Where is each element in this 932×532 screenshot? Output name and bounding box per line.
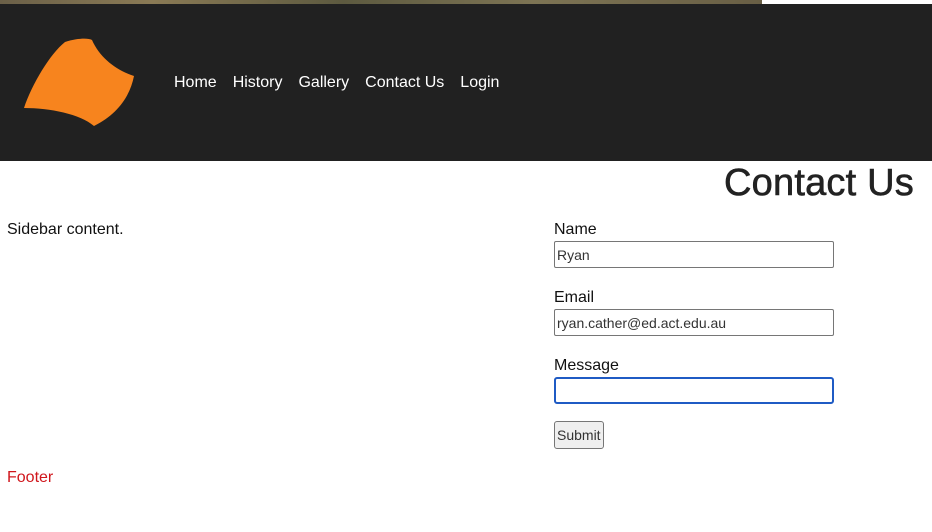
sidebar: Sidebar content. [7, 221, 124, 238]
email-label: Email [554, 289, 595, 306]
main-nav: Home History Gallery Contact Us Login [174, 74, 515, 92]
submit-button[interactable]: Submit [554, 421, 604, 449]
contact-form: Name Email Message Submit [554, 221, 844, 449]
message-label: Message [554, 357, 619, 374]
name-label: Name [554, 221, 597, 238]
logo-icon [24, 38, 134, 126]
nav-login-link[interactable]: Login [460, 74, 499, 92]
message-field[interactable] [554, 377, 834, 404]
nav-gallery-link[interactable]: Gallery [298, 74, 349, 92]
name-field[interactable] [554, 241, 834, 268]
page-title: Contact Us [724, 162, 914, 205]
nav-home-link[interactable]: Home [174, 74, 217, 92]
footer: Footer [7, 469, 54, 486]
email-field[interactable] [554, 309, 834, 336]
nav-history-link[interactable]: History [233, 74, 283, 92]
site-header: Home History Gallery Contact Us Login [0, 4, 932, 161]
nav-contact-us-link[interactable]: Contact Us [365, 74, 444, 92]
